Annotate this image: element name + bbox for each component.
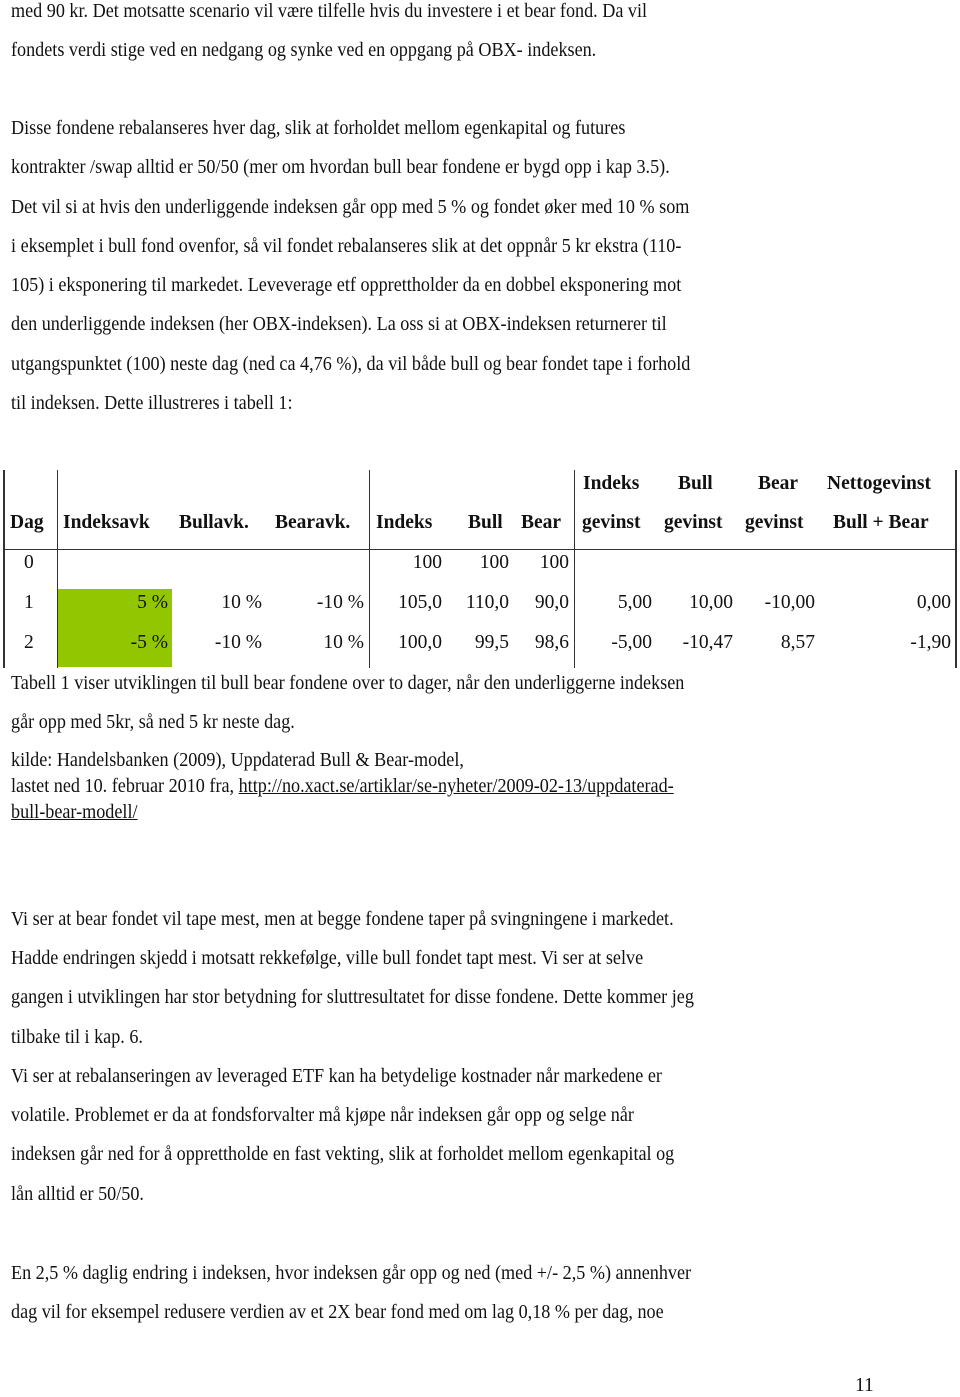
header-cell: gevinst <box>582 512 641 533</box>
table-cell: -10 % <box>316 592 364 613</box>
table-cell: 100 <box>539 552 569 573</box>
table-cell: 10 % <box>323 632 364 653</box>
paragraph-line: Hadde endringen skjedd i motsatt rekkefø… <box>11 948 644 969</box>
paragraph-line: gangen i utviklingen har stor betydning … <box>11 987 694 1008</box>
table-cell: 100 <box>412 552 442 573</box>
paragraph-line: Vi ser at bear fondet vil tape mest, men… <box>11 909 674 930</box>
page-number: 11 <box>855 1375 874 1396</box>
table-cell: 90,0 <box>534 592 569 613</box>
header-cell: Indeksavk <box>63 512 150 533</box>
table-caption: Tabell 1 viser utviklingen til bull bear… <box>11 673 685 694</box>
table-cell: 5 % <box>137 592 168 613</box>
table-divider <box>57 470 58 668</box>
paragraph-line: utgangspunktet (100) neste dag (ned ca 4… <box>11 354 691 375</box>
table-cell: -5,00 <box>611 632 652 653</box>
header-top: Bull <box>678 473 713 494</box>
paragraph-line: i eksemplet i bull fond ovenfor, så vil … <box>11 236 682 257</box>
header-cell: Dag <box>10 512 44 533</box>
table-divider <box>369 470 370 668</box>
table-border-left <box>3 470 5 668</box>
header-top: Nettogevinst <box>827 473 931 494</box>
header-cell: Bull <box>468 512 503 533</box>
header-top: Indeks <box>583 473 640 494</box>
header-cell: gevinst <box>664 512 723 533</box>
table-cell: 1 <box>24 592 34 613</box>
paragraph-line: til indeksen. Dette illustreres i tabell… <box>11 393 293 414</box>
source-line: kilde: Handelsbanken (2009), Uppdaterad … <box>11 750 464 771</box>
table-cell: 5,00 <box>617 592 652 613</box>
table-caption: går opp med 5kr, så ned 5 kr neste dag. <box>11 712 295 733</box>
table-cell: 99,5 <box>474 632 509 653</box>
header-cell: Bearavk. <box>275 512 351 533</box>
paragraph-line: Vi ser at rebalanseringen av leveraged E… <box>11 1066 662 1087</box>
table-cell: 0,00 <box>916 592 951 613</box>
source-prefix: lastet ned 10. februar 2010 fra, <box>11 776 239 797</box>
header-cell: Bullavk. <box>179 512 249 533</box>
header-cell: Bear <box>521 512 562 533</box>
paragraph-line: Disse fondene rebalanseres hver dag, sli… <box>11 118 626 139</box>
paragraph-line: volatile. Problemet er da at fondsforval… <box>11 1105 634 1126</box>
paragraph-line: indeksen går ned for å opprettholde en f… <box>11 1144 675 1165</box>
table-cell: 100 <box>479 552 509 573</box>
table-cell: 110,0 <box>465 592 509 613</box>
header-separator <box>3 549 957 550</box>
table-cell: 2 <box>24 632 34 653</box>
source-line: bull-bear-modell/ <box>11 801 138 825</box>
table-cell: 8,57 <box>780 632 815 653</box>
header-top: Bear <box>758 473 799 494</box>
paragraph-line: tilbake til i kap. 6. <box>11 1027 143 1048</box>
source-line: lastet ned 10. februar 2010 fra, http://… <box>11 775 674 799</box>
paragraph-line: lån alltid er 50/50. <box>11 1184 144 1205</box>
table-cell: 10,00 <box>689 592 733 613</box>
table-cell: -5 % <box>130 632 168 653</box>
source-link[interactable]: http://no.xact.se/artiklar/se-nyheter/20… <box>239 776 674 797</box>
table-cell: 0 <box>24 552 34 573</box>
paragraph-line: kontrakter /swap alltid er 50/50 (mer om… <box>11 157 670 178</box>
table-cell: -10,47 <box>682 632 733 653</box>
source-link[interactable]: bull-bear-modell/ <box>11 802 138 823</box>
header-cell: Indeks <box>376 512 433 533</box>
paragraph-line: Det vil si at hvis den underliggende ind… <box>11 197 690 218</box>
paragraph-line: 105) i eksponering til markedet. Levever… <box>11 275 682 296</box>
paragraph-line: dag vil for eksempel redusere verdien av… <box>11 1302 664 1323</box>
header-cell: Bull + Bear <box>833 512 929 533</box>
table-cell: 98,6 <box>534 632 569 653</box>
table-divider <box>574 470 575 668</box>
paragraph-line: med 90 kr. Det motsatte scenario vil vær… <box>11 1 648 22</box>
paragraph-line: den underliggende indeksen (her OBX-inde… <box>11 314 667 335</box>
table-cell: -10 % <box>214 632 262 653</box>
table-cell: -1,90 <box>910 632 951 653</box>
table-cell: -10,00 <box>764 592 815 613</box>
table-cell: 100,0 <box>398 632 442 653</box>
table-cell: 10 % <box>221 592 262 613</box>
header-cell: gevinst <box>745 512 804 533</box>
paragraph-line: fondets verdi stige ved en nedgang og sy… <box>11 40 597 61</box>
table-border-right <box>955 470 957 668</box>
paragraph-line: En 2,5 % daglig endring i indeksen, hvor… <box>11 1263 692 1284</box>
table-cell: 105,0 <box>398 592 442 613</box>
